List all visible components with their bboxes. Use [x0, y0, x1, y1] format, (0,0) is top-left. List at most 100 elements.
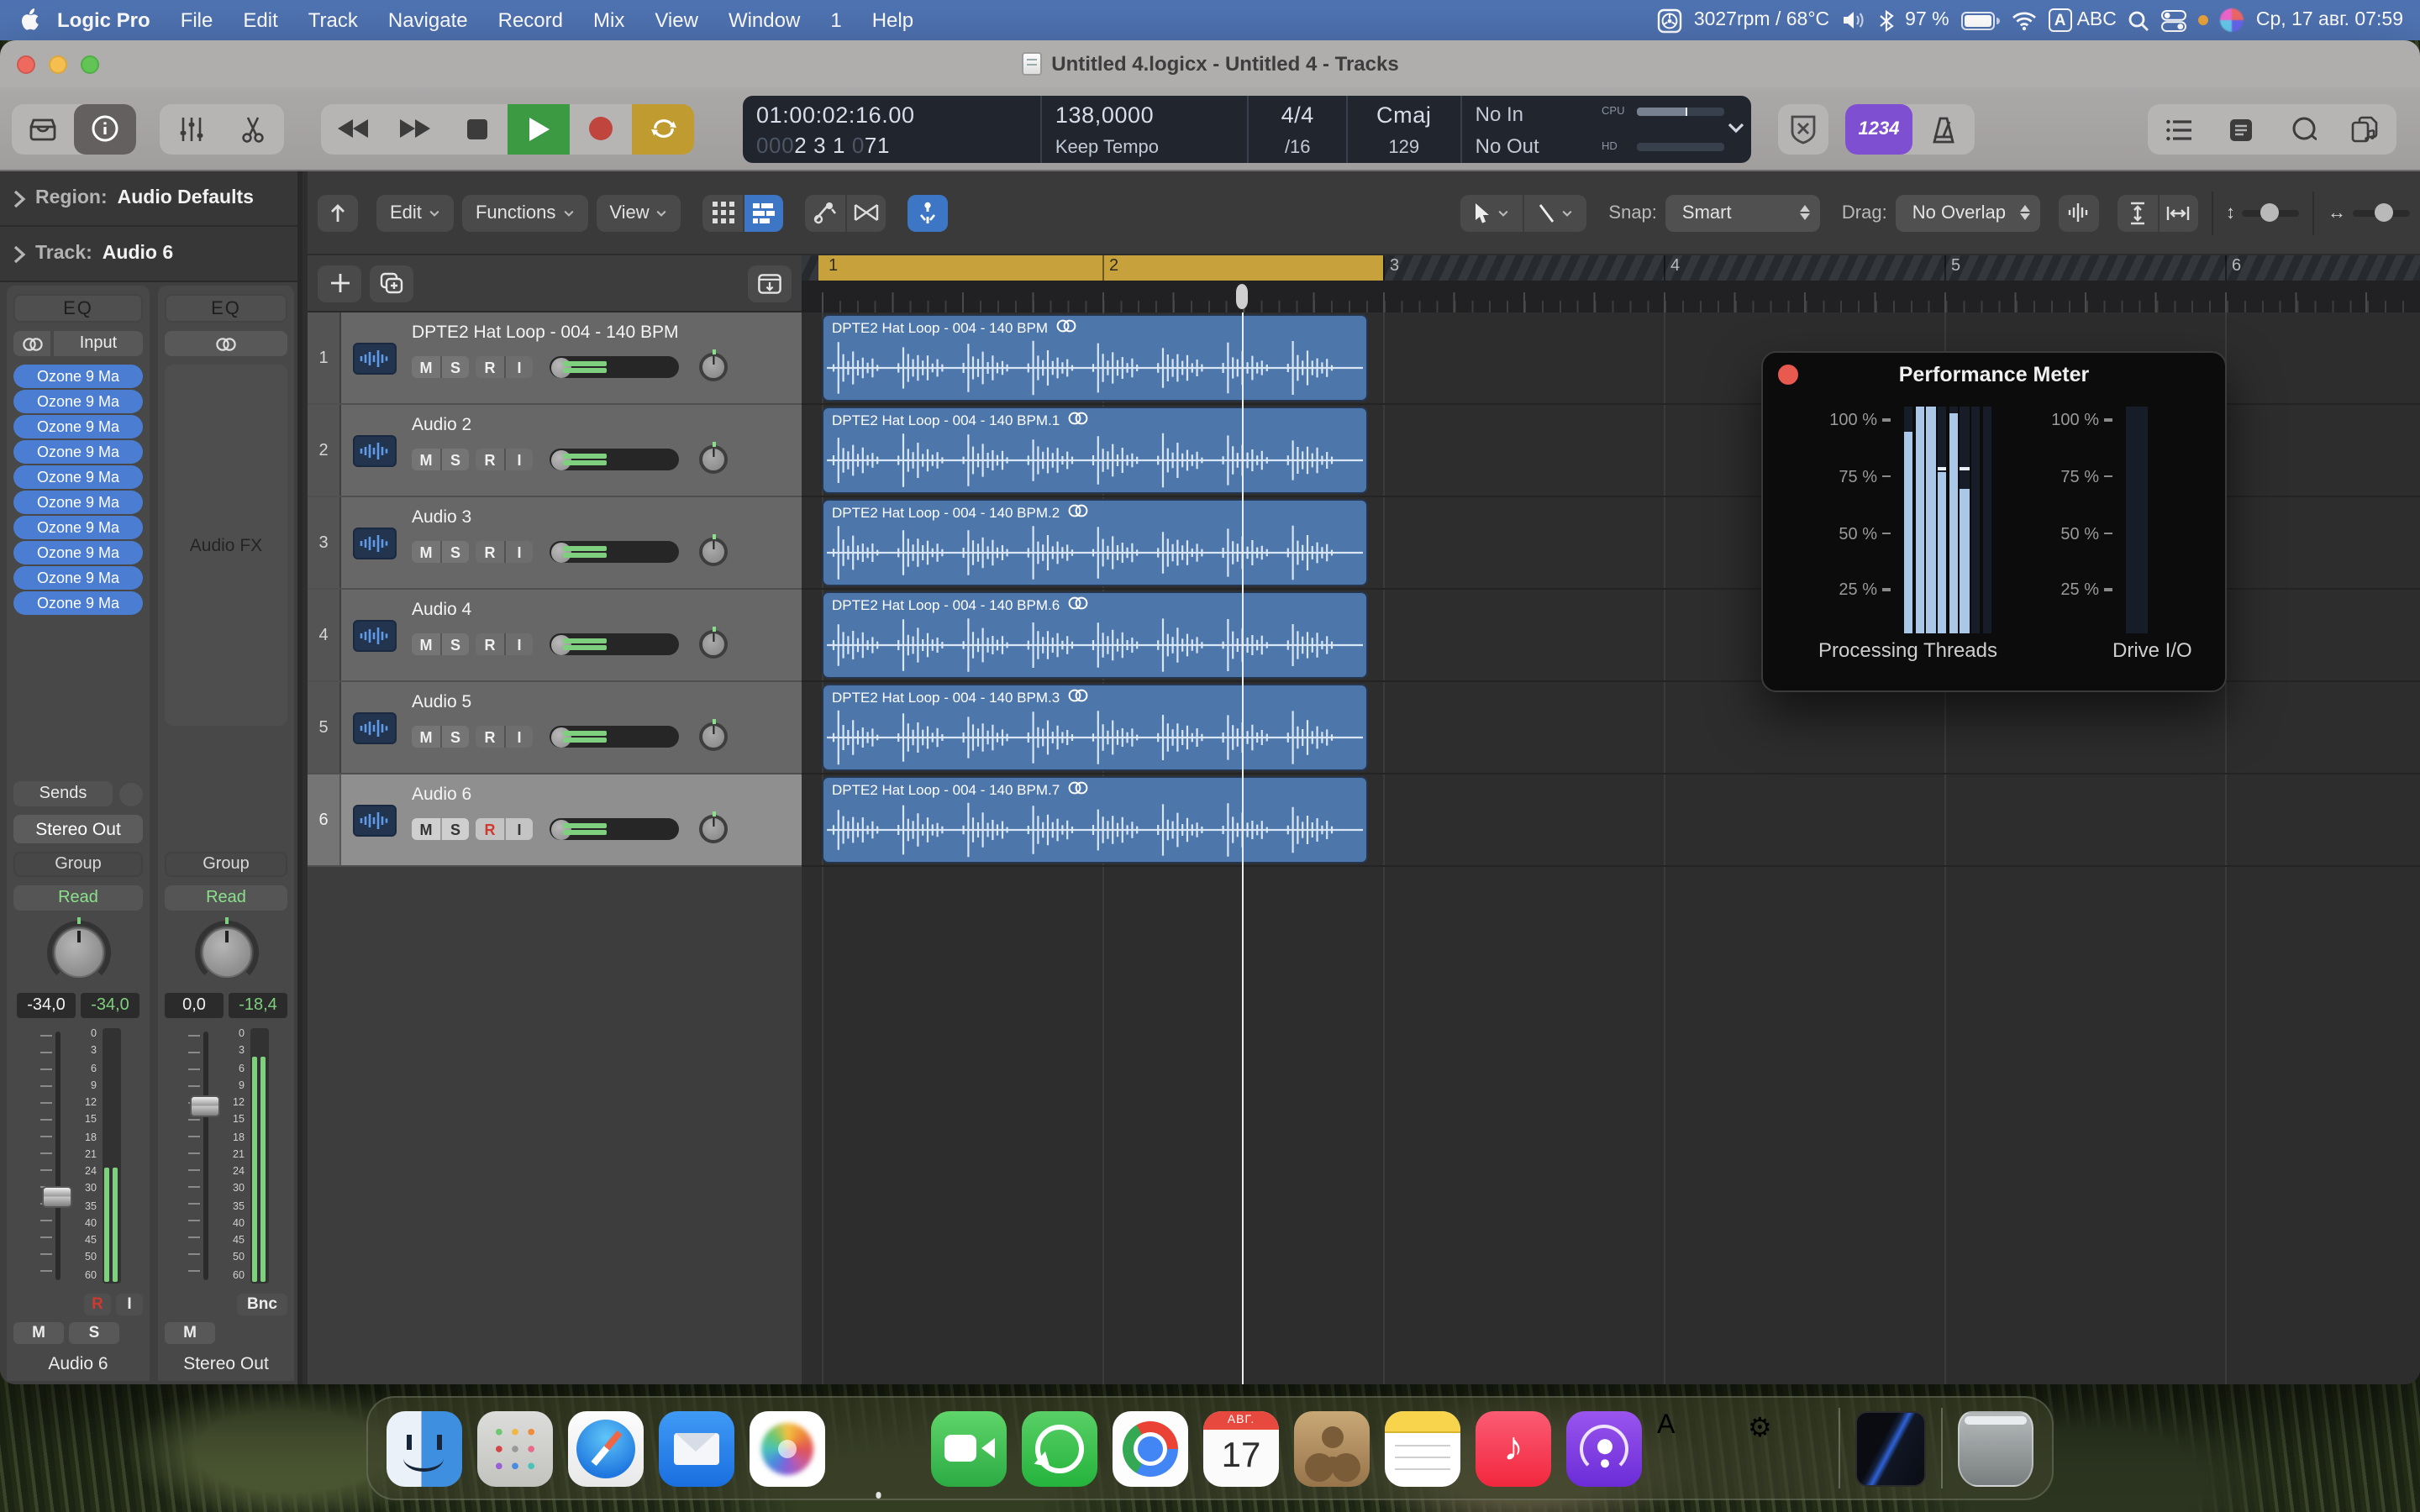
- volume-icon[interactable]: [1841, 10, 1866, 30]
- battery-icon[interactable]: [1961, 11, 2000, 29]
- dock-icon-app-store[interactable]: A: [1657, 1410, 1733, 1486]
- dock-icon-contacts[interactable]: [1294, 1410, 1370, 1486]
- cycle-band[interactable]: 123456: [802, 255, 2420, 281]
- dock-item-wallpaper-thumbnail[interactable]: [1855, 1410, 1926, 1486]
- dock-icon-photos[interactable]: [750, 1410, 825, 1486]
- audio-region[interactable]: DPTE2 Hat Loop - 004 - 140 BPM.3: [822, 684, 1368, 771]
- left-click-tool-menu[interactable]: [1460, 194, 1523, 231]
- region-inspector-header[interactable]: Region: Audio Defaults: [0, 171, 297, 227]
- mute-button[interactable]: M: [412, 356, 440, 378]
- sends-slot[interactable]: Sends: [13, 781, 113, 806]
- solo-button[interactable]: S: [440, 726, 469, 748]
- dock-icon-music[interactable]: ♪: [1476, 1410, 1551, 1486]
- track-header-2[interactable]: 2Audio 2MSRI: [308, 405, 802, 497]
- track-level-meter[interactable]: [550, 356, 679, 378]
- track-pan-knob[interactable]: [699, 538, 728, 566]
- solo-button[interactable]: S: [440, 541, 469, 563]
- eq-slot[interactable]: EQ: [13, 294, 143, 323]
- note-pads-button[interactable]: [2210, 104, 2272, 155]
- audio-region[interactable]: DPTE2 Hat Loop - 004 - 140 BPM: [822, 314, 1368, 402]
- spotlight-icon[interactable]: [2128, 9, 2150, 31]
- track-name[interactable]: Audio 5: [412, 692, 471, 712]
- menu-track[interactable]: Track: [293, 0, 373, 40]
- record-enable-button[interactable]: R: [476, 818, 504, 840]
- play-button[interactable]: [508, 103, 570, 154]
- group-slot[interactable]: Group: [165, 852, 287, 877]
- record-enable-button[interactable]: R: [476, 449, 504, 470]
- volume-fader[interactable]: [36, 1028, 70, 1284]
- track-header-4[interactable]: 4Audio 4MSRI: [308, 590, 802, 682]
- dock-icon-system-settings[interactable]: ⚙: [1748, 1410, 1823, 1486]
- audio-region[interactable]: DPTE2 Hat Loop - 004 - 140 BPM.6: [822, 591, 1368, 679]
- output-slot[interactable]: Stereo Out: [13, 815, 143, 843]
- hide-panel-button[interactable]: [318, 194, 358, 231]
- dock-icon-calendar[interactable]: АВГ.17: [1203, 1410, 1279, 1486]
- menu-logic-pro[interactable]: Logic Pro: [42, 0, 166, 40]
- eq-slot[interactable]: EQ: [165, 294, 287, 323]
- track-name[interactable]: DPTE2 Hat Loop - 004 - 140 BPM: [412, 323, 679, 343]
- input-monitor-button[interactable]: I: [504, 818, 533, 840]
- dock-icon-mail[interactable]: [659, 1410, 734, 1486]
- audio-region[interactable]: DPTE2 Hat Loop - 004 - 140 BPM.7: [822, 776, 1368, 864]
- input-slot[interactable]: Input: [54, 331, 143, 356]
- title-bar[interactable]: Untitled 4.logicx - Untitled 4 - Tracks: [0, 40, 2420, 87]
- input-format-button[interactable]: [13, 331, 50, 356]
- dock-icon-notes[interactable]: [1385, 1410, 1460, 1486]
- wifi-icon[interactable]: [2012, 11, 2037, 29]
- mute-button[interactable]: M: [13, 1322, 64, 1344]
- grid-view-button[interactable]: [703, 194, 744, 231]
- close-icon[interactable]: [1778, 365, 1798, 385]
- menu-window[interactable]: Window: [713, 0, 815, 40]
- apple-menu-icon[interactable]: [20, 8, 42, 32]
- audio-region[interactable]: DPTE2 Hat Loop - 004 - 140 BPM.1: [822, 407, 1368, 494]
- volume-value[interactable]: -34,0: [17, 993, 76, 1018]
- mute-button[interactable]: M: [412, 726, 440, 748]
- apple-loops-button[interactable]: [2272, 104, 2334, 155]
- track-lane-6[interactable]: DPTE2 Hat Loop - 004 - 140 BPM.7: [802, 774, 2420, 867]
- track-header-6[interactable]: 6Audio 6MSRI: [308, 774, 802, 867]
- solo-button[interactable]: S: [440, 633, 469, 655]
- solo-button[interactable]: S: [440, 356, 469, 378]
- split-at-playhead-button[interactable]: [908, 194, 949, 231]
- track-name[interactable]: Audio 2: [412, 415, 471, 435]
- solo-button[interactable]: S: [440, 818, 469, 840]
- track-header-options-button[interactable]: [748, 265, 792, 302]
- dock-icon-podcasts[interactable]: [1566, 1410, 1642, 1486]
- add-track-button[interactable]: [318, 265, 361, 302]
- editors-scissors-button[interactable]: [222, 103, 284, 154]
- playhead-marker[interactable]: [1236, 284, 1248, 309]
- dock-icon-safari[interactable]: [568, 1410, 644, 1486]
- output-format-button[interactable]: [165, 331, 287, 356]
- group-slot[interactable]: Group: [13, 852, 143, 877]
- channel-strip-name[interactable]: Stereo Out: [165, 1354, 287, 1374]
- track-view-button[interactable]: [744, 194, 784, 231]
- metronome-button[interactable]: [1912, 104, 1975, 155]
- record-enable-button[interactable]: R: [476, 541, 504, 563]
- menu-record[interactable]: Record: [483, 0, 578, 40]
- command-click-tool-menu[interactable]: [1523, 194, 1586, 231]
- automation-mode-button[interactable]: Read: [13, 885, 143, 911]
- dock-icon-chrome[interactable]: [1113, 1410, 1188, 1486]
- waveform-zoom-button[interactable]: [2058, 194, 2098, 231]
- pan-knob[interactable]: [201, 927, 251, 978]
- browsers-button[interactable]: [2334, 104, 2396, 155]
- track-inspector-header[interactable]: Track: Audio 6: [0, 227, 297, 282]
- library-toggle-button[interactable]: [12, 103, 74, 154]
- mute-button[interactable]: M: [165, 1322, 215, 1344]
- track-level-meter[interactable]: [550, 726, 679, 748]
- edit-menu-button[interactable]: Edit: [376, 194, 454, 231]
- lcd-tempo[interactable]: 138,0000 Keep Tempo: [1042, 96, 1249, 163]
- crossfade-button[interactable]: [846, 194, 886, 231]
- menu-1[interactable]: 1: [815, 0, 856, 40]
- mute-button[interactable]: M: [412, 541, 440, 563]
- list-editors-button[interactable]: [2148, 104, 2210, 155]
- audio-fx-slot[interactable]: Audio FX: [165, 365, 287, 726]
- document-proxy-icon[interactable]: [1021, 52, 1041, 76]
- track-pan-knob[interactable]: [699, 630, 728, 659]
- audio-fx-plugin-slot[interactable]: Ozone 9 Ma: [13, 465, 143, 488]
- input-monitor-button[interactable]: I: [504, 726, 533, 748]
- volume-fader[interactable]: [184, 1028, 218, 1284]
- track-header-3[interactable]: 3Audio 3MSRI: [308, 497, 802, 590]
- duplicate-track-button[interactable]: [370, 265, 413, 302]
- menu-help[interactable]: Help: [857, 0, 929, 40]
